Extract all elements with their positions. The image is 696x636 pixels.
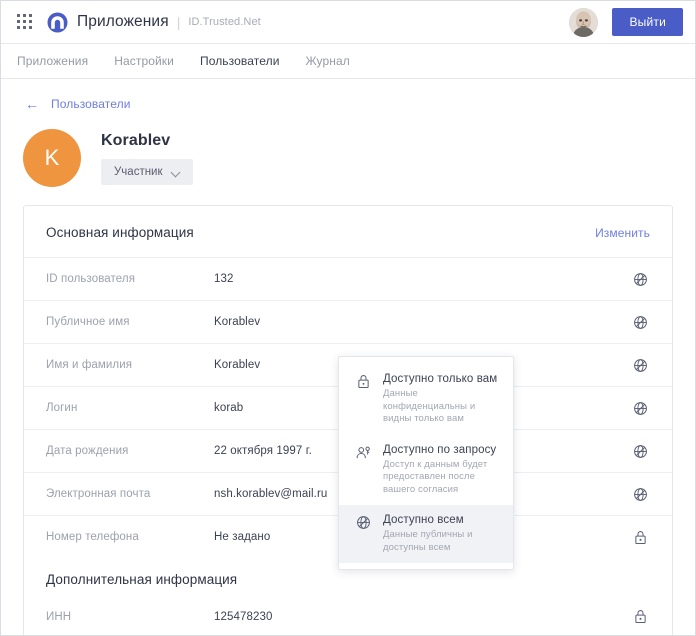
logout-button[interactable]: Выйти (612, 8, 683, 36)
tab-journal[interactable]: Журнал (306, 54, 350, 68)
profile-details: Korablev Участник (101, 132, 193, 185)
tab-users[interactable]: Пользователи (200, 54, 280, 68)
row-label: Дата рождения (46, 445, 129, 457)
row-label: ID пользователя (46, 273, 136, 285)
globe-icon[interactable] (630, 312, 650, 332)
row-label: ИНН (46, 610, 72, 623)
tab-bar: Приложения Настройки Пользователи Журнал (1, 44, 695, 79)
apps-grid-icon[interactable] (17, 14, 33, 30)
user-photo-avatar[interactable] (569, 7, 599, 37)
menu-item-on-request[interactable]: Доступно по запросу Доступ к данным буде… (339, 435, 513, 506)
brand-separator: | (176, 14, 181, 30)
role-dropdown-label: Участник (114, 165, 163, 178)
globe-icon[interactable] (630, 484, 650, 504)
lock-icon[interactable] (630, 527, 650, 547)
profile-header: K Korablev Участник (1, 111, 695, 187)
tab-settings[interactable]: Настройки (114, 54, 174, 68)
table-row: ID пользователя 132 (24, 257, 672, 300)
top-bar: Приложения | ID.Trusted.Net Выйти (1, 1, 695, 44)
row-value: Korablev (214, 316, 261, 328)
menu-item-text: Доступно по запросу Доступ к данным буде… (383, 443, 501, 497)
lock-icon (354, 372, 372, 426)
row-label: Имя и фамилия (46, 359, 133, 371)
table-row: ИНН 125478230 (24, 595, 672, 635)
globe-icon[interactable] (630, 398, 650, 418)
lock-icon[interactable] (630, 607, 650, 627)
globe-icon[interactable] (630, 355, 650, 375)
page-title: Korablev (101, 131, 171, 149)
table-row: Публичное имя Korablev (24, 300, 672, 343)
info-card-header: Основная информация Изменить (24, 206, 672, 257)
row-value: 132 (214, 273, 234, 285)
breadcrumb-label: Пользователи (51, 97, 131, 111)
globe-icon[interactable] (630, 441, 650, 461)
globe-icon (354, 513, 372, 554)
arrow-left-icon[interactable]: ← (25, 97, 39, 111)
menu-item-text: Доступно всем Данные публичны и доступны… (383, 513, 501, 554)
menu-item-title: Доступно только вам (383, 373, 498, 385)
row-label: Публичное имя (46, 316, 130, 328)
row-label: Электронная почта (46, 488, 151, 500)
brand-subtitle: ID.Trusted.Net (188, 16, 261, 28)
row-label: Логин (46, 402, 78, 414)
row-value: 125478230 (214, 610, 273, 623)
breadcrumb[interactable]: ← Пользователи (1, 79, 131, 111)
menu-item-title: Доступно по запросу (383, 443, 497, 456)
menu-item-description: Данные публичны и доступны всем (383, 529, 473, 553)
edit-link[interactable]: Изменить (595, 226, 650, 240)
menu-item-public[interactable]: Доступно всем Данные публичны и доступны… (339, 505, 513, 563)
tab-applications[interactable]: Приложения (17, 54, 88, 68)
menu-item-private[interactable]: Доступно только вам Данные конфиденциаль… (339, 364, 513, 435)
row-label: Номер телефона (46, 531, 139, 543)
person-key-icon (354, 443, 372, 497)
menu-item-description: Доступ к данным будет предоставлен после… (383, 458, 488, 495)
brand-title: Приложения (77, 13, 169, 30)
profile-avatar: K (23, 129, 81, 187)
chevron-down-icon (172, 169, 180, 174)
visibility-dropdown-menu[interactable]: Доступно только вам Данные конфиденциаль… (338, 356, 514, 570)
menu-item-description: Данные конфиденциальны и видны только ва… (383, 388, 476, 424)
info-card-title: Основная информация (46, 225, 194, 240)
brand-circle-logo (47, 12, 68, 33)
globe-icon[interactable] (630, 269, 650, 289)
role-dropdown[interactable]: Участник (101, 158, 193, 185)
app-window: Приложения | ID.Trusted.Net Выйти Прилож… (0, 0, 696, 636)
menu-item-text: Доступно только вам Данные конфиденциаль… (383, 372, 501, 426)
menu-item-title: Доступно всем (383, 514, 464, 526)
